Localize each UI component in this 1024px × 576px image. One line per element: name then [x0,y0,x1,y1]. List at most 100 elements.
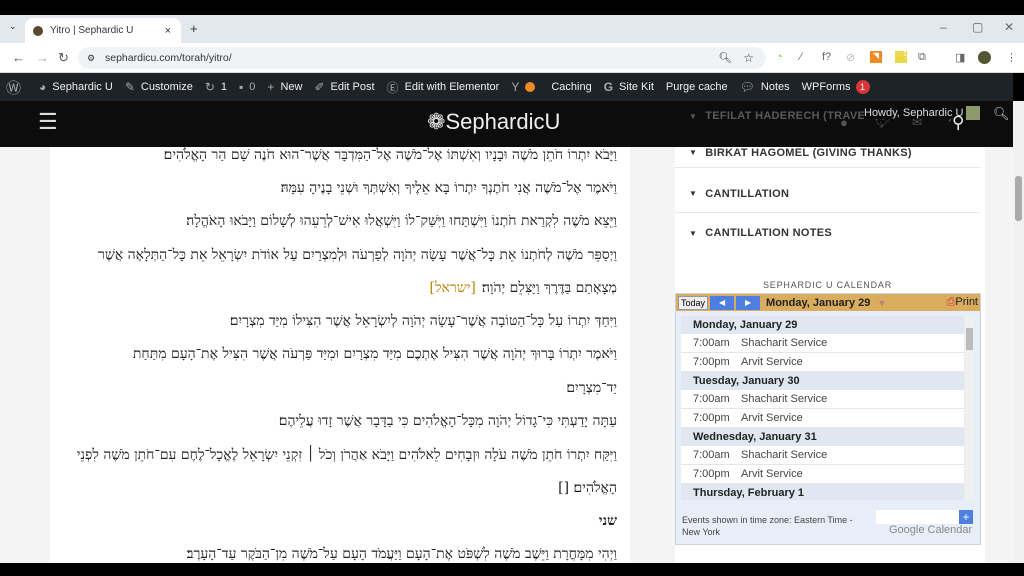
wp-notes[interactable]: 💬︎ Notes [740,80,790,94]
extensions-puzzle-icon[interactable]: ⧉ [918,51,926,64]
calendar-event[interactable]: 7:00am Shacharit Service [681,446,964,465]
day-header: Thursday, February 1 [681,484,964,500]
verse-text: וַיֹּאמֶר אֶל־מֹשֶׁה אֲנִי חֹתֶנְךָ יִתְ… [280,180,617,196]
wp-elementor[interactable]: Ⓔ Edit with Elementor [387,79,500,96]
forward-icon[interactable]: → [36,50,49,65]
verse-text: וַיֵּצֵא מֹשֶׁה לִקְרַאת חֹתְנוֹ וַיִּשְ… [186,213,617,229]
extension-compass-icon[interactable]: ⊘ [846,51,855,64]
comment-icon: ▪ [239,80,244,94]
verse-text: מְצָאָתַם בַּדֶּרֶךְ וַיַּצִּלֵם יְהֹוָה… [481,280,617,296]
site-info-icon[interactable]: ⚙ [87,47,95,69]
tab-search-icon[interactable]: ⌄ [9,21,17,32]
extension-icon[interactable]: ◔ [776,51,783,63]
extension-dropper-icon[interactable]: ⁄ [800,51,802,63]
verse-line: עַתָּה יָדַעְתִּי כִּי־גָדוֹל יְהֹוָה מִ… [279,413,617,430]
current-date[interactable]: Monday, January 29 [766,297,870,309]
verse-line: וַיָּבֹא יִתְרוֹ חֹתֵן מֹשֶׁה וּבָנָיו ו… [164,147,617,164]
wp-new[interactable]: + New [267,80,302,94]
prev-arrow-icon[interactable]: ◀ [710,295,735,310]
label: 0 [249,81,256,93]
accordion-item[interactable]: ▼ BIRKAT HAGOMEL (GIVING THANKS) [675,147,980,168]
calendar-event[interactable]: 7:00pm Arvit Service [681,465,964,484]
url-text: sephardicu.com/torah/yitro/ [105,52,232,64]
extension-notes-icon[interactable]: 1 [895,51,907,63]
accordion-label: BIRKAT HAGOMEL (GIVING THANKS) [705,147,912,159]
google-calendar-logo[interactable]: Google Calendar [889,524,972,536]
howdy-user[interactable]: Howdy, Sephardic U [864,107,964,119]
verse-line: יַד־מִצְרָיִם׃ [566,380,617,397]
wp-edit-post[interactable]: ✐ Edit Post [314,80,374,94]
wp-updates[interactable]: ↻ 1 [205,80,227,94]
print-button[interactable]: ⎙Print [947,296,978,309]
tab-title: Yitro | Sephardic U [50,25,134,36]
accordion-item[interactable]: ▼ CANTILLATION NOTES [675,214,980,252]
close-tab-icon[interactable]: × [165,25,171,37]
label: Purge cache [665,81,728,93]
admin-search-icon[interactable]: 🔍︎ [993,106,1010,122]
rss-icon[interactable]: ◥ [870,51,882,63]
facebook-icon[interactable]: ● [840,115,848,130]
wp-wpforms[interactable]: WPForms 1 [802,80,870,94]
screen-border [0,0,1024,15]
new-tab-button[interactable]: + [190,21,198,36]
site-logo[interactable]: ❁SephardicU [427,109,560,135]
day-header: Tuesday, January 30 [681,372,964,390]
verse-line: וַיְהִי מִמָּחֳרָת וַיֵּשֶׁב מֹשֶׁה לִשְ… [187,546,617,563]
hamburger-menu-icon[interactable]: ☰ [38,109,58,135]
verse-text: עַתָּה יָדַעְתִּי כִּי־גָדוֹל יְהֹוָה מִ… [278,413,617,429]
day-header: Wednesday, January 31 [681,428,964,446]
label: Edit Post [330,81,375,93]
page-scrollbar[interactable] [1013,101,1024,563]
label: 1 [220,81,228,93]
date-dropdown-icon[interactable]: ▼ [877,298,886,308]
calendar-toolbar: Today ◀ ▶ Monday, January 29 ▼ ⎙Print [676,294,980,311]
calendar-event[interactable]: 7:00am Shacharit Service [681,334,964,353]
wp-site-kit[interactable]: G Site Kit [604,80,654,94]
menu-kebab-icon[interactable]: ⋮ [1006,51,1017,64]
verse-text: הָאֱלֹהִים׃ [] [558,480,617,496]
close-window-icon[interactable]: ✕ [1004,20,1014,34]
print-label: Print [955,296,978,308]
annotation-link[interactable]: [ישראל] [430,280,476,296]
verse-text: וַיְסַפֵּר מֹשֶׁה לְחֹתְנוֹ אֵת כָּל־אֲש… [97,247,617,263]
verse-line: וַיֹּאמֶר אֶל־מֹשֶׁה אֲנִי חֹתֶנְךָ יִתְ… [281,180,617,197]
agenda-scrollbar[interactable] [965,316,974,500]
wp-site-link[interactable]: ◕ Sephardic U [39,80,113,94]
verse-line: וַיִּקַּח יִתְרוֹ חֹתֵן מֹשֶׁה עֹלָה וּז… [77,447,617,464]
bookmark-star-icon[interactable]: ☆ [743,47,754,69]
calendar-event[interactable]: 7:00am Shacharit Service [681,390,964,409]
wp-purge-cache[interactable]: Purge cache [666,81,728,93]
side-panel-icon[interactable]: ◨ [955,51,965,64]
url-input[interactable]: ⚙ sephardicu.com/torah/yitro/ 🔍︎ ☆ [78,47,766,69]
maximize-icon[interactable]: ▢ [972,20,983,34]
add-to-calendar-plus-icon[interactable]: + [959,510,973,524]
extension-formula-icon[interactable]: f? [822,51,831,63]
today-button[interactable]: Today [678,295,709,310]
wp-yoast[interactable]: Y [511,80,536,94]
label: Customize [140,81,193,93]
wp-customize[interactable]: ✎ Customize [125,80,193,94]
zoom-icon[interactable]: 🔍︎ [719,47,732,69]
tab-yitro[interactable]: Yitro | Sephardic U × [25,18,181,43]
minimize-icon[interactable]: – [940,20,947,34]
event-title: Arvit Service [741,412,803,424]
plus-icon: + [267,80,275,94]
calendar-event[interactable]: 7:00pm Arvit Service [681,353,964,372]
wp-caching[interactable]: Caching [551,81,591,93]
profile-avatar[interactable] [978,51,991,64]
calendar-event[interactable]: 7:00pm Arvit Service [681,409,964,428]
google-g-icon: G [603,80,614,94]
yoast-icon: Y [511,80,520,94]
wp-comments[interactable]: ▪ 0 [239,80,255,94]
user-avatar[interactable] [966,106,980,120]
next-arrow-icon[interactable]: ▶ [736,295,761,310]
wordpress-logo-icon[interactable]: Ⓦ [6,77,27,98]
site-search-icon[interactable]: ⚲ [952,113,964,133]
accordion-item[interactable]: ▼ CANTILLATION [675,175,980,213]
agenda-list[interactable]: Monday, January 29 7:00am Shacharit Servic… [681,316,964,500]
back-icon[interactable]: ← [12,50,25,65]
seo-status-dot [525,82,536,92]
pencil-icon: ✐ [314,80,325,94]
reload-icon[interactable]: ↻ [58,50,69,66]
event-time: 7:00am [693,393,730,405]
